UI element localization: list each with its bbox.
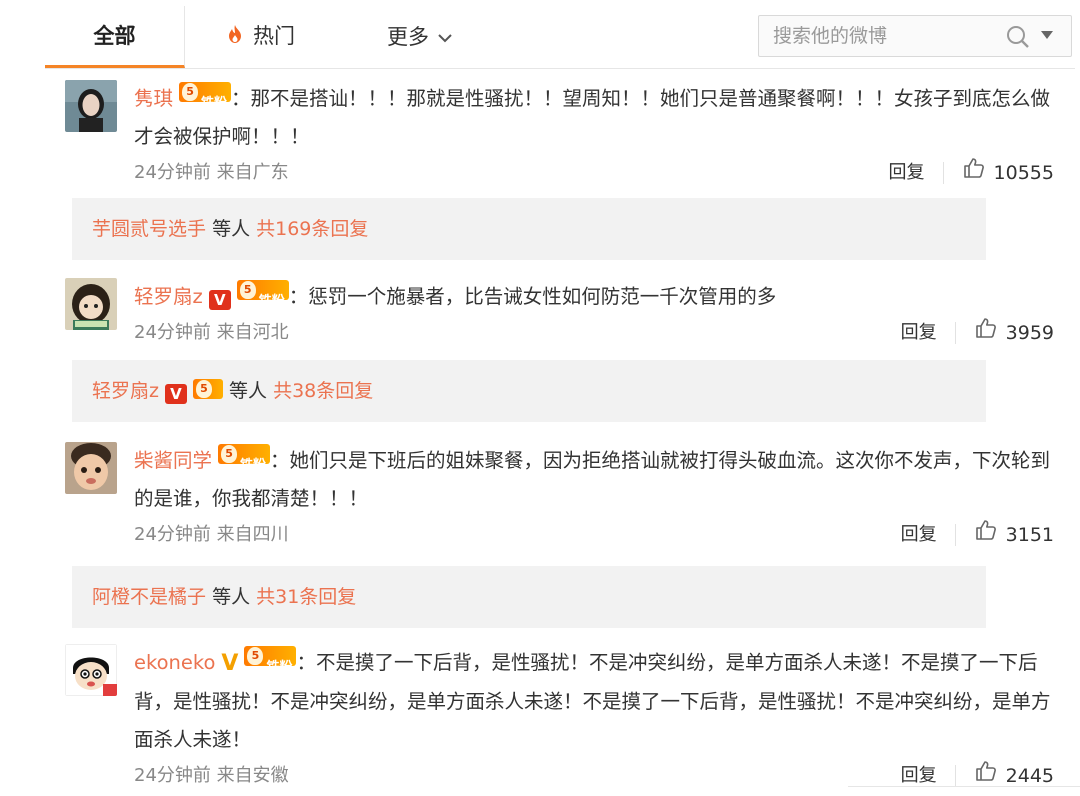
tab-more-label: 更多 — [387, 25, 429, 49]
comment-actions: 回复 3151 — [901, 520, 1054, 550]
like-button[interactable]: 3959 — [974, 316, 1054, 350]
fan-level: 5 — [239, 281, 256, 299]
reply-summary-text: 芋圆贰号选手 等人 共169条回复 — [92, 198, 368, 260]
reply-summary-names[interactable]: 阿橙不是橘子 — [92, 586, 206, 608]
reply-summary-text: 阿橙不是橘子 等人 共31条回复 — [92, 566, 356, 628]
like-count: 10555 — [993, 162, 1054, 184]
fan-level: 5 — [182, 83, 199, 101]
username[interactable]: 柴酱同学 — [134, 449, 212, 472]
action-divider — [942, 162, 944, 184]
search-box — [758, 15, 1072, 57]
search-dropdown-icon[interactable] — [1041, 31, 1053, 39]
like-button[interactable]: 2445 — [974, 759, 1054, 793]
reply-button[interactable]: 回复 — [889, 158, 925, 188]
flame-icon — [227, 7, 243, 67]
action-divider — [954, 322, 956, 344]
fan-badge[interactable]: 5 铁粉 — [244, 646, 297, 675]
like-button[interactable]: 3151 — [974, 518, 1054, 552]
tab-hot[interactable]: 热门 — [227, 6, 295, 68]
username[interactable]: 轻罗扇z — [134, 285, 203, 308]
comment-body: 隽琪 5 铁粉 ：那不是搭讪！！！那就是性骚扰！！望周知！！她们只是普通聚餐啊！！！女… — [134, 80, 1054, 188]
reply-button[interactable]: 回复 — [901, 520, 937, 550]
comment-time: 24分钟前 来自四川 — [134, 524, 289, 545]
fan-level: 5 — [221, 445, 238, 463]
comment-actions: 回复 10555 — [889, 158, 1054, 188]
fan-badge[interactable]: 5 铁粉 — [236, 280, 289, 309]
like-count: 3959 — [1005, 322, 1054, 344]
fan-badge[interactable]: 5 铁粉 — [179, 82, 232, 111]
fan-level: 5 — [247, 647, 264, 665]
verified-badge: V — [164, 384, 187, 404]
tab-more[interactable]: 更多 — [387, 6, 453, 68]
reply-button[interactable]: 回复 — [901, 318, 937, 348]
comment-meta: 24分钟前 来自广东 回复 10555 — [134, 158, 1054, 188]
fan-badge-label: 铁粉 — [240, 458, 267, 473]
reply-summary-text: 轻罗扇z V 5 等人 共38条回复 — [92, 360, 373, 422]
comment-body: 柴酱同学 5 铁粉 ：她们只是下班后的姐妹聚餐，因为拒绝搭讪就被打得头破血流。这次你不… — [134, 442, 1054, 550]
reply-summary-middle: 等人 — [229, 380, 268, 402]
username[interactable]: ekoneko — [134, 651, 215, 674]
reply-summary[interactable]: 阿橙不是橘子 等人 共31条回复 — [72, 566, 986, 628]
fan-badge-label: 铁粉 — [258, 294, 285, 309]
chevron-down-icon — [437, 6, 453, 66]
tab-all-label: 全部 — [93, 24, 136, 48]
comment-filter-bar: 全部 热门 更多 — [45, 6, 1075, 69]
avatar[interactable] — [65, 278, 117, 330]
reply-summary-names[interactable]: 芋圆贰号选手 — [92, 218, 206, 240]
search-icon[interactable] — [1005, 24, 1031, 54]
verified-badge[interactable]: V — [221, 645, 238, 683]
comment-body: ekoneko V 5 铁粉 ：不是摸了一下后背，是性骚扰！不是冲突纠纷，是单方面杀人未… — [134, 644, 1054, 791]
comment-text-block: 轻罗扇z V 5 铁粉 ：惩罚一个施暴者，比告诫女性如何防范一千次管用的多 — [134, 278, 1054, 316]
comment-text-block: 柴酱同学 5 铁粉 ：她们只是下班后的姐妹聚餐，因为拒绝搭讪就被打得头破血流。这次你不… — [134, 442, 1054, 518]
thumbs-up-icon — [974, 759, 998, 793]
username[interactable]: 隽琪 — [134, 87, 173, 110]
comment-text: ：惩罚一个施暴者，比告诫女性如何防范一千次管用的多 — [288, 285, 777, 308]
like-count: 3151 — [1005, 524, 1054, 546]
fan-level: 5 — [195, 380, 212, 398]
comment-actions: 回复 3959 — [901, 318, 1054, 348]
reply-count-link[interactable]: 共31条回复 — [256, 586, 356, 608]
avatar[interactable] — [65, 80, 117, 132]
comment-text: ：那不是搭讪！！！那就是性骚扰！！望周知！！她们只是普通聚餐啊！！！女孩子到底怎… — [134, 87, 1051, 148]
comment-text: ：她们只是下班后的姐妹聚餐，因为拒绝搭讪就被打得头破血流。这次你不发声，下次轮到… — [134, 449, 1051, 510]
comment-text-block: ekoneko V 5 铁粉 ：不是摸了一下后背，是性骚扰！不是冲突纠纷，是单方面杀人未… — [134, 644, 1054, 759]
reply-summary-names[interactable]: 轻罗扇z — [92, 380, 159, 402]
reply-summary[interactable]: 轻罗扇z V 5 等人 共38条回复 — [72, 360, 986, 422]
reply-count-link[interactable]: 共38条回复 — [273, 380, 373, 402]
action-divider — [954, 765, 956, 787]
tab-all[interactable]: 全部 — [45, 6, 185, 68]
fan-badge[interactable]: 5 铁粉 — [218, 444, 271, 473]
comment-meta: 24分钟前 来自河北 回复 3959 — [134, 318, 1054, 348]
reply-summary[interactable]: 芋圆贰号选手 等人 共169条回复 — [72, 198, 986, 260]
search-input[interactable] — [773, 22, 988, 50]
thumbs-up-icon — [974, 316, 998, 350]
thumbs-up-icon — [974, 518, 998, 552]
comment-time: 24分钟前 来自广东 — [134, 162, 289, 183]
reply-summary-middle: 等人 — [212, 586, 251, 608]
reply-summary-middle: 等人 — [212, 218, 251, 240]
comment-time: 24分钟前 来自安徽 — [134, 765, 289, 786]
weibo-comments-page: 全部 热门 更多 隽琪5铁粉：那不是搭讪！！！那就是性骚扰！！ — [0, 0, 1080, 796]
divider-line — [848, 786, 1080, 787]
reply-count-link[interactable]: 共169条回复 — [256, 218, 368, 240]
comment-text-block: 隽琪 5 铁粉 ：那不是搭讪！！！那就是性骚扰！！望周知！！她们只是普通聚餐啊！！！女… — [134, 80, 1054, 156]
avatar[interactable] — [65, 442, 117, 494]
comment-meta: 24分钟前 来自四川 回复 3151 — [134, 520, 1054, 550]
comment-body: 轻罗扇z V 5 铁粉 ：惩罚一个施暴者，比告诫女性如何防范一千次管用的多 24分钟前 … — [134, 278, 1054, 348]
action-divider — [954, 524, 956, 546]
tab-hot-label: 热门 — [253, 24, 295, 48]
like-button[interactable]: 10555 — [962, 156, 1054, 190]
avatar[interactable] — [65, 644, 117, 696]
comment-time: 24分钟前 来自河北 — [134, 322, 289, 343]
fan-badge-label: 铁粉 — [266, 660, 293, 675]
fan-badge: 5 — [192, 379, 223, 399]
fan-badge-label: 铁粉 — [201, 96, 228, 111]
thumbs-up-icon — [962, 156, 986, 190]
verified-badge[interactable]: V — [208, 290, 231, 310]
